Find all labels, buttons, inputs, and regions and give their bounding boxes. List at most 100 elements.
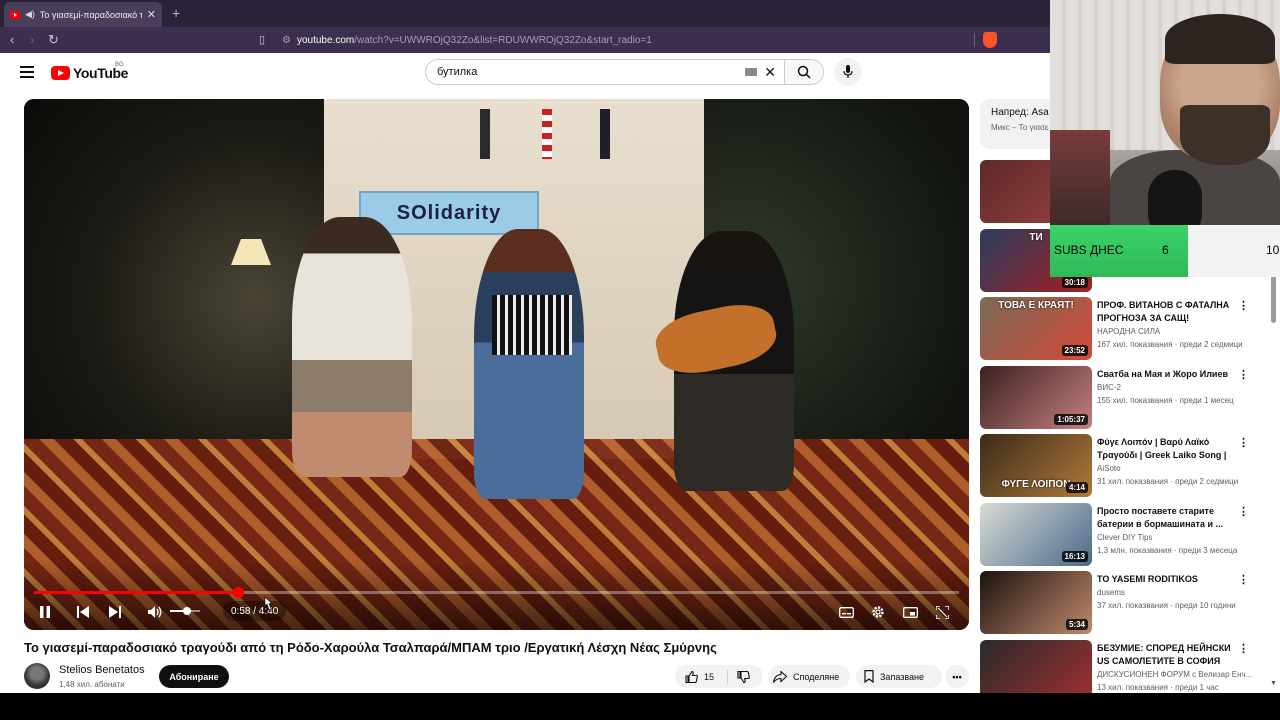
recommendation-channel[interactable]: AiSoto bbox=[1097, 464, 1121, 473]
duration-badge: 5:34 bbox=[1065, 619, 1088, 630]
video-thumbnail[interactable]: 16:13 bbox=[980, 503, 1092, 566]
recommendation-channel[interactable]: Clever DIY Tips bbox=[1097, 533, 1152, 542]
voice-search-button[interactable] bbox=[834, 58, 862, 86]
recommendation-channel[interactable]: ВИС-2 bbox=[1097, 383, 1121, 392]
url-host: youtube.com bbox=[296, 34, 355, 46]
recommendation-title[interactable]: БЕЗУМИЕ: СПОРЕД НЕЙНСКИ US САМОЛЕТИТЕ В … bbox=[1097, 642, 1232, 668]
bookmark-icon[interactable]: ▯ bbox=[259, 32, 265, 48]
share-button[interactable]: Споделяне bbox=[768, 665, 850, 688]
thumbnail-text: ТОВА Е КРАЯТ! bbox=[998, 300, 1074, 311]
like-button[interactable]: 15 bbox=[675, 670, 727, 683]
recommendation-title[interactable]: TO YASEMI RODITIKOS bbox=[1097, 573, 1232, 586]
video-thumbnail[interactable]: ТОВА Е КРАЯТ! 23:52 bbox=[980, 297, 1092, 360]
video-title: Το γιασεμί-παραδοσιακό τραγούδι από τη Ρ… bbox=[24, 640, 717, 655]
youtube-play-icon bbox=[51, 66, 70, 80]
recommendation-channel[interactable]: ДИСКУСИОНЕН ФОРУМ с Велизар Енч... bbox=[1097, 670, 1252, 679]
video-thumbnail[interactable]: 1:05:37 bbox=[980, 366, 1092, 429]
subs-goal: 10 bbox=[1266, 243, 1280, 257]
recommendation-title[interactable]: Просто поставете старите батерии в борма… bbox=[1097, 505, 1232, 531]
recommendation-item[interactable]: 16:13 Просто поставете старите батерии в … bbox=[980, 503, 1260, 567]
video-thumbnail[interactable]: 5:34 bbox=[980, 571, 1092, 634]
recommendation-item[interactable]: 5:34 TO YASEMI RODITIKOS dusems 37 хил. пок… bbox=[980, 571, 1260, 635]
more-options-icon[interactable]: ⋮ bbox=[1238, 642, 1249, 655]
scene-accordion bbox=[492, 295, 572, 355]
search-icon bbox=[797, 65, 811, 79]
search-button[interactable] bbox=[784, 59, 824, 85]
keyboard-icon[interactable] bbox=[745, 68, 758, 76]
fullscreen-icon bbox=[935, 605, 949, 619]
share-label: Споделяне bbox=[793, 671, 840, 682]
close-icon[interactable]: ✕ bbox=[147, 8, 156, 21]
more-actions-button[interactable]: ••• bbox=[945, 665, 969, 688]
playlist-card[interactable]: Напред: Asa та Микс – То γιασε bbox=[980, 99, 1060, 149]
save-button[interactable]: Запазване bbox=[856, 665, 942, 688]
duration-badge: 1:05:37 bbox=[1054, 414, 1088, 425]
webcam-person-hair bbox=[1165, 14, 1275, 64]
recommendation-meta: 167 хил. показвания · преди 2 седмици bbox=[1097, 340, 1243, 349]
progress-scrubber[interactable] bbox=[232, 587, 244, 598]
scene-figure bbox=[600, 109, 610, 159]
search-input[interactable]: бутилка ✕ bbox=[425, 59, 785, 85]
pause-button[interactable] bbox=[36, 603, 54, 621]
url-field[interactable]: ⚙ youtube.com/watch?v=UWWROjQ32Zo&list=R… bbox=[282, 31, 972, 49]
menu-icon[interactable] bbox=[20, 66, 34, 78]
reload-icon[interactable]: ↻ bbox=[48, 32, 59, 48]
mute-button[interactable] bbox=[146, 603, 164, 621]
video-player[interactable]: SOlidarity 0:58 / 4:40 bbox=[24, 99, 969, 630]
duration-badge: 4:14 bbox=[1065, 482, 1088, 493]
progress-bar[interactable] bbox=[34, 587, 959, 598]
microphone-icon bbox=[843, 65, 853, 78]
subtitles-button[interactable] bbox=[836, 603, 856, 621]
more-options-icon[interactable]: ⋮ bbox=[1238, 436, 1249, 449]
brave-shield-icon[interactable] bbox=[983, 32, 997, 48]
more-options-icon[interactable]: ⋮ bbox=[1238, 299, 1249, 312]
recommendation-title[interactable]: Φύγε Λοιπόν | Βαρύ Λαϊκό Τραγούδι | Gree… bbox=[1097, 436, 1232, 462]
back-icon[interactable]: ‹ bbox=[10, 32, 14, 48]
new-tab-button[interactable]: + bbox=[172, 5, 180, 21]
next-button[interactable] bbox=[106, 603, 124, 621]
recommendation-channel[interactable]: НАРОДНА СИЛА bbox=[1097, 327, 1160, 336]
scroll-down-icon[interactable]: ▼ bbox=[1270, 680, 1277, 687]
recommendation-meta: 31 хил. показвания · преди 2 седмици bbox=[1097, 477, 1239, 486]
volume-knob[interactable] bbox=[182, 607, 191, 615]
mouse-cursor-icon bbox=[264, 597, 273, 611]
forward-icon[interactable]: › bbox=[30, 32, 34, 48]
speaker-icon[interactable]: ◀) bbox=[25, 9, 35, 20]
more-options-icon[interactable]: ⋮ bbox=[1238, 573, 1249, 586]
more-options-icon[interactable]: ⋮ bbox=[1238, 505, 1249, 518]
thumbs-down-icon bbox=[737, 670, 750, 683]
recommendation-title[interactable]: Сватба на Мая и Жоро Илиев bbox=[1097, 368, 1232, 381]
video-thumbnail[interactable]: ΦΥΓΕ ΛΟΙΠΟΝ 4:14 bbox=[980, 434, 1092, 497]
channel-name[interactable]: Stelios Benetatos bbox=[59, 664, 145, 676]
previous-button[interactable] bbox=[74, 603, 92, 621]
fullscreen-button[interactable] bbox=[932, 603, 952, 621]
more-options-icon[interactable]: ⋮ bbox=[1238, 368, 1249, 381]
site-info-icon[interactable]: ⚙ bbox=[282, 35, 291, 46]
recommendation-channel[interactable]: dusems bbox=[1097, 588, 1125, 597]
recommendation-title[interactable]: ПРОФ. ВИТАНОВ С ФАТАЛНА ПРОГНОЗА ЗА САЩ! bbox=[1097, 299, 1232, 325]
recommendation-item[interactable]: ΦΥΓΕ ΛΟΙΠΟΝ 4:14 Φύγε Λοιπόν | Βαρύ Λαϊκό … bbox=[980, 434, 1260, 498]
recommendation-item[interactable]: БЕЗУМИЕ: СПОРЕД НЕЙНСКИ US САМОЛЕТИТЕ В … bbox=[980, 640, 1260, 693]
taskbar bbox=[0, 693, 1280, 720]
video-thumbnail[interactable] bbox=[980, 640, 1092, 693]
volume-slider[interactable] bbox=[170, 607, 200, 615]
like-count: 15 bbox=[704, 671, 715, 682]
duration-badge: 30:18 bbox=[1061, 277, 1088, 288]
recommendation-meta: 37 хил. показвания · преди 10 години bbox=[1097, 601, 1236, 610]
bookmark-icon bbox=[864, 670, 874, 683]
avatar[interactable] bbox=[24, 663, 50, 689]
webcam-microphone bbox=[1148, 170, 1202, 225]
recommendation-item[interactable]: ТОВА Е КРАЯТ! 23:52 ПРОФ. ВИТАНОВ С ФАТАЛН… bbox=[980, 297, 1260, 361]
recommendation-meta: 1,3 млн. показвания · преди 3 месеца bbox=[1097, 546, 1238, 555]
scene-figure bbox=[480, 109, 490, 159]
browser-tab[interactable]: ◀) Το γιασεμί-παραδοσιακό τρα ✕ bbox=[4, 2, 162, 27]
volume-icon bbox=[147, 606, 161, 618]
dislike-button[interactable] bbox=[728, 670, 750, 683]
settings-button[interactable] bbox=[868, 603, 888, 621]
region-code: BG bbox=[115, 62, 124, 68]
clear-icon[interactable]: ✕ bbox=[764, 64, 776, 81]
recommendation-item[interactable]: 1:05:37 Сватба на Мая и Жоро Илиев ВИС-2 15… bbox=[980, 366, 1260, 430]
miniplayer-button[interactable] bbox=[900, 603, 920, 621]
subscribe-button[interactable]: Абониране bbox=[159, 665, 229, 688]
miniplayer-icon bbox=[902, 606, 918, 618]
